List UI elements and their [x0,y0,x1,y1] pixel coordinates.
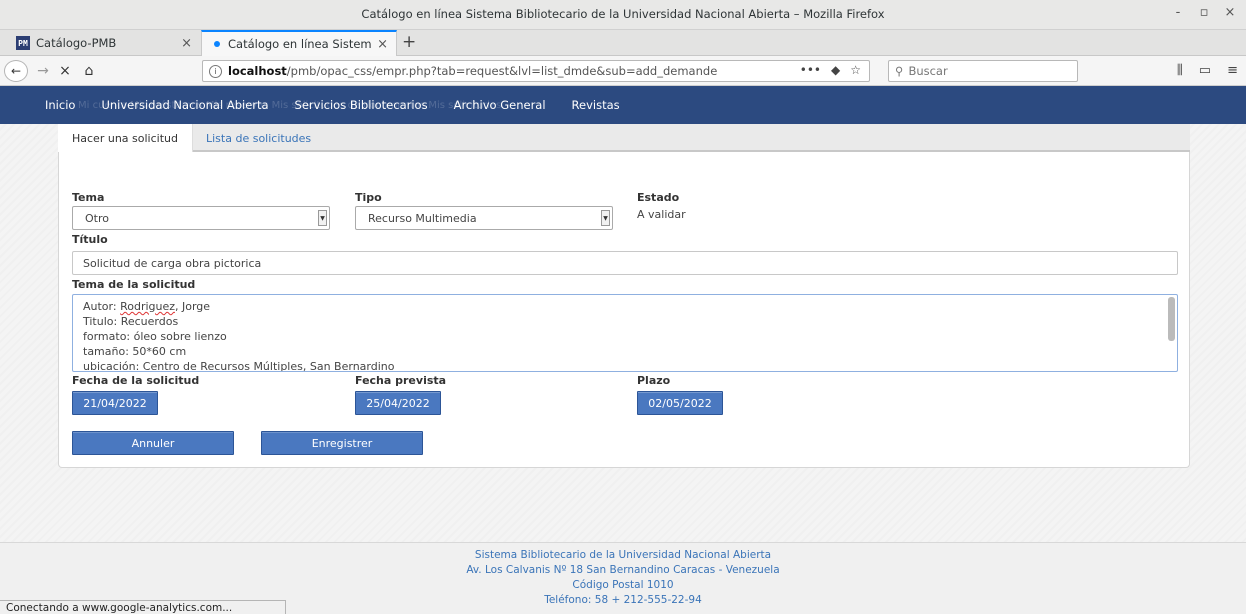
textarea-line-2: Titulo: Recuerdos [83,315,179,328]
tipo-select[interactable]: Recurso Multimedia ▼ [355,206,613,230]
request-tabs: Hacer una solicitud Lista de solicitudes [58,124,1190,152]
minimize-button[interactable]: - [1168,5,1188,20]
home-button[interactable]: ⌂ [80,61,98,81]
window-titlebar: Catálogo en línea Sistema Bibliotecario … [0,0,1246,30]
dropdown-arrow-icon: ▼ [601,210,610,226]
tab-label: Catálogo-PMB [36,36,117,50]
url-path: /pmb/opac_css/empr.php?tab=request&lvl=l… [286,64,718,78]
menu-item-inicio[interactable]: Inicio [45,98,75,112]
titulo-input[interactable]: Solicitud de carga obra pictorica [72,251,1178,275]
navigation-bar: ← → × ⌂ i localhost/pmb/opac_css/empr.ph… [0,56,1246,86]
back-button[interactable]: ← [4,60,28,82]
titulo-value: Solicitud de carga obra pictorica [83,256,262,270]
stop-button[interactable]: × [56,61,74,81]
fecha-solicitud-label: Fecha de la solicitud [72,374,200,387]
close-tab-icon[interactable]: × [181,36,192,51]
close-tab-icon[interactable]: × [377,37,388,52]
pmb-favicon-icon: PM [16,36,30,50]
misspelled-word: Rodriguez [120,300,176,313]
textarea-line-3: formato: óleo sobre lienzo [83,330,227,343]
tema-value: Otro [85,211,109,225]
close-window-button[interactable]: × [1220,5,1240,20]
fecha-solicitud-button[interactable]: 21/04/2022 [72,391,158,415]
menu-item-revistas[interactable]: Revistas [572,98,620,112]
request-form-panel: Tema Otro ▼ Tipo Recurso Multimedia ▼ Es… [58,152,1190,468]
textarea-line-1-rest: , Jorge [175,300,211,313]
textarea-scrollbar[interactable] [1168,297,1175,341]
footer-line-2: Av. Los Calvanis Nº 18 San Bernandino Ca… [466,564,780,576]
menu-icon[interactable]: ≡ [1227,63,1238,78]
tab-catalogo-pmb[interactable]: PM Catálogo-PMB × [8,30,200,56]
plazo-label: Plazo [637,374,671,387]
tema-label: Tema [72,191,105,204]
plazo-button[interactable]: 02/05/2022 [637,391,723,415]
tab-label: Catálogo en línea Sistem [228,37,372,51]
pocket-icon[interactable]: ◆ [831,63,840,77]
tema-solicitud-textarea[interactable]: Autor: Rodriguez, Jorge Titulo: Recuerdo… [72,294,1178,372]
save-button[interactable]: Enregistrer [261,431,423,455]
page-actions-icon[interactable]: ••• [800,63,821,77]
status-bar: Conectando a www.google-analytics.com... [0,600,286,614]
new-tab-button[interactable]: + [402,32,416,52]
search-placeholder: Buscar [908,64,948,78]
info-icon[interactable]: i [209,64,222,78]
estado-label: Estado [637,191,680,204]
menu-item-archivo[interactable]: Archivo General [454,98,546,112]
textarea-line-5: ubicación: Centro de Recursos Múltiples,… [83,360,395,372]
estado-value: A validar [637,208,686,221]
maximize-button[interactable]: ▫ [1194,5,1214,20]
library-icon[interactable]: ⫼ [1177,63,1183,78]
url-host: localhost [228,64,287,78]
textarea-line-1: Autor: [83,300,121,313]
tipo-value: Recurso Multimedia [368,211,477,225]
forward-button[interactable]: → [34,61,52,81]
sidebar-icon[interactable]: ▭ [1199,63,1211,78]
tab-catalogo-en-linea[interactable]: Catálogo en línea Sistem × [201,30,397,56]
site-menu: Mi cuenta Mis préstamos Mis reservas Mis… [0,86,1246,124]
tab-strip: PM Catálogo-PMB × Catálogo en línea Sist… [0,30,1246,56]
tema-solicitud-label: Tema de la solicitud [72,278,196,291]
fecha-prevista-label: Fecha prevista [355,374,447,387]
window-title: Catálogo en línea Sistema Bibliotecario … [361,7,885,21]
tema-select[interactable]: Otro ▼ [72,206,330,230]
bookmark-star-icon[interactable]: ☆ [850,63,861,77]
menu-item-servicios[interactable]: Servicios Bibliotecarios [295,98,428,112]
menu-item-universidad[interactable]: Universidad Nacional Abierta [101,98,268,112]
titulo-label: Título [72,233,108,246]
search-input[interactable]: ⚲ Buscar [888,60,1078,82]
tab-lista-solicitudes[interactable]: Lista de solicitudes [192,124,325,152]
tipo-label: Tipo [355,191,382,204]
dropdown-arrow-icon: ▼ [318,210,327,226]
search-icon: ⚲ [895,64,904,78]
loading-dot-icon [214,41,220,47]
cancel-button[interactable]: Annuler [72,431,234,455]
page-viewport: Mi cuenta Mis préstamos Mis reservas Mis… [0,86,1246,614]
textarea-line-4: tamaño: 50*60 cm [83,345,187,358]
footer-line-3: Código Postal 1010 [572,579,674,591]
footer-line-1: Sistema Bibliotecario de la Universidad … [474,549,772,561]
tab-hacer-solicitud[interactable]: Hacer una solicitud [58,124,193,152]
url-bar[interactable]: i localhost/pmb/opac_css/empr.php?tab=re… [202,60,870,82]
fecha-prevista-button[interactable]: 25/04/2022 [355,391,441,415]
